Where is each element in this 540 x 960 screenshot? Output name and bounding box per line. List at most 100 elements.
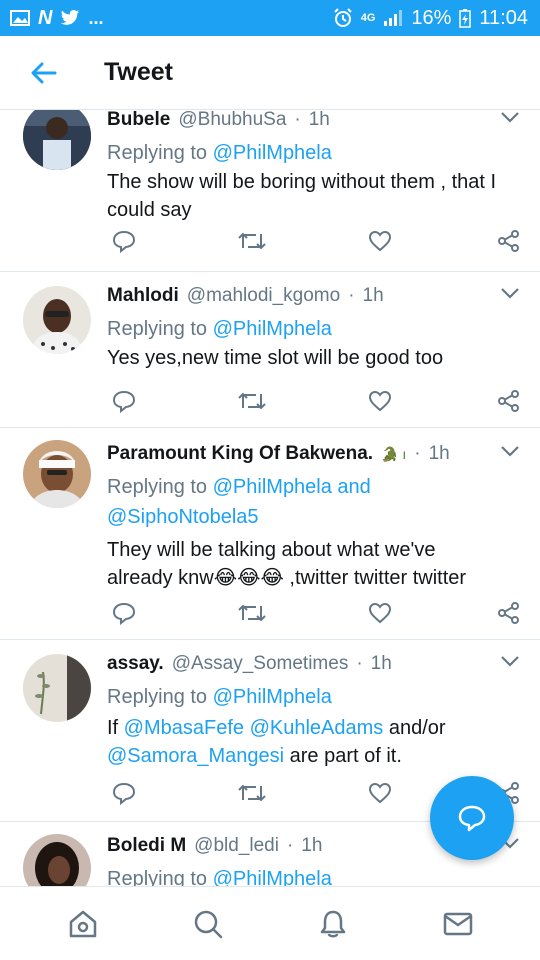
tweet-text-line: @Samora_Mangesi are part of it. <box>107 742 520 770</box>
search-icon <box>194 910 222 938</box>
like-button[interactable] <box>363 384 397 418</box>
replying-to-continued: @SiphoNtobela5 <box>107 502 520 532</box>
timestamp: 1h <box>362 285 384 306</box>
user-handle[interactable]: @bld_ledi <box>194 835 279 857</box>
bell-icon <box>320 910 345 937</box>
like-button[interactable] <box>363 596 397 630</box>
tweet-header: Mahlodi @mahlodi_kgomo · 1h <box>107 282 520 310</box>
tweet-text-line: already knw😂😂😂 ,twitter twitter twitter <box>107 564 520 592</box>
n-app-icon: N <box>38 6 53 29</box>
user-handle[interactable]: @mahlodi_kgomo <box>187 285 340 307</box>
chevron-down-icon[interactable] <box>500 654 520 668</box>
reply-button[interactable] <box>107 384 141 418</box>
system-status: 4G 16% 11:04 <box>333 7 528 30</box>
chevron-down-icon[interactable] <box>500 444 520 458</box>
replying-to: Replying to @PhilMphela <box>107 138 520 168</box>
separator-dot: · <box>294 110 301 130</box>
battery-percent: 16% <box>411 6 452 29</box>
avatar-image <box>23 834 91 886</box>
avatar[interactable] <box>23 834 91 886</box>
nav-search[interactable] <box>178 894 238 954</box>
display-name[interactable]: Bubele <box>107 110 170 131</box>
display-name[interactable]: Boledi M <box>107 835 186 857</box>
timestamp: 1h <box>428 443 450 464</box>
reply-button[interactable] <box>107 776 141 810</box>
share-button[interactable] <box>492 596 526 630</box>
separator-dot: · <box>348 285 355 306</box>
tweet-text: If @MbasaFefe @KuhleAdams and/or @Samora… <box>107 714 520 770</box>
user-handle[interactable]: @Assay_Sometimes <box>172 653 349 675</box>
like-button[interactable] <box>363 224 397 258</box>
avatar[interactable] <box>23 440 91 508</box>
retweet-button[interactable] <box>235 776 269 810</box>
page-title: Tweet <box>104 58 173 86</box>
retweet-icon <box>238 393 266 409</box>
tweet-text-fragment: ,twitter twitter twitter <box>283 567 467 589</box>
avatar[interactable] <box>23 654 91 722</box>
mention-link[interactable]: @Samora_Mangesi <box>107 745 284 767</box>
replying-prefix: Replying to <box>107 868 213 886</box>
bottom-navigation <box>0 886 540 960</box>
retweet-button[interactable] <box>235 596 269 630</box>
replying-prefix: Replying to <box>107 142 213 164</box>
tweet-text-fragment: already knw <box>107 567 214 589</box>
retweet-icon <box>238 605 266 621</box>
retweet-button[interactable] <box>235 384 269 418</box>
nav-notifications[interactable] <box>303 894 363 954</box>
mention-link[interactable]: @MbasaFefe <box>124 717 244 739</box>
handle-emoji[interactable]: 🐊 ı <box>381 446 406 463</box>
mention-link[interactable]: @PhilMphela <box>213 142 332 164</box>
display-name[interactable]: assay. <box>107 653 164 675</box>
share-icon <box>498 230 519 252</box>
back-button[interactable] <box>14 43 74 103</box>
mention-link[interactable]: @PhilMphela <box>213 686 332 708</box>
top-app-bar: Tweet <box>0 36 540 110</box>
separator-dot: · <box>286 835 294 856</box>
clock: 11:04 <box>479 6 528 29</box>
replying-to: Replying to @PhilMphela <box>107 864 520 886</box>
tweet-item[interactable]: Paramount King Of Bakwena. 🐊 ı · 1h Repl… <box>0 428 540 640</box>
home-icon <box>69 910 96 937</box>
tweet-text-fragment: are part of it. <box>284 745 402 767</box>
display-name[interactable]: Mahlodi <box>107 285 179 307</box>
compose-tweet-button[interactable] <box>430 776 514 860</box>
reply-button[interactable] <box>107 224 141 258</box>
tweet-item[interactable]: Mahlodi @mahlodi_kgomo · 1h Replying to … <box>0 272 540 428</box>
timestamp: 1h <box>308 110 330 130</box>
retweet-icon <box>238 785 266 801</box>
tweet-header: Paramount King Of Bakwena. 🐊 ı · 1h <box>107 440 520 468</box>
signal-icon <box>384 10 403 26</box>
replying-to: Replying to @PhilMphela <box>107 314 520 344</box>
replies-feed[interactable]: Bubele @BhubhuSa · 1h Replying to @PhilM… <box>0 110 540 886</box>
reply-button[interactable] <box>107 596 141 630</box>
separator-dot: · <box>414 443 421 464</box>
avatar[interactable] <box>23 286 91 354</box>
more-notifications: ... <box>88 7 104 28</box>
nav-messages[interactable] <box>428 894 488 954</box>
mention-link[interactable]: @PhilMphela <box>213 318 332 340</box>
share-button[interactable] <box>492 224 526 258</box>
status-bar: N ... 4G 16% 11:04 <box>0 0 540 36</box>
heart-icon <box>368 782 392 804</box>
notification-icons: N ... <box>10 7 103 30</box>
mention-link[interactable]: @PhilMphela and <box>213 476 371 498</box>
user-handle[interactable]: @BhubhuSa <box>178 110 286 131</box>
like-button[interactable] <box>363 776 397 810</box>
share-button[interactable] <box>492 384 526 418</box>
mention-link[interactable]: @SiphoNtobela5 <box>107 506 259 528</box>
chevron-down-icon[interactable] <box>500 286 520 300</box>
replying-prefix: Replying to <box>107 476 213 498</box>
mention-link[interactable]: @PhilMphela <box>213 868 332 886</box>
heart-icon <box>368 230 392 252</box>
tweet-header: Bubele @BhubhuSa · 1h <box>107 110 520 134</box>
reply-icon <box>112 782 136 805</box>
mention-link[interactable]: @KuhleAdams <box>250 717 384 739</box>
chevron-down-icon[interactable] <box>500 110 520 124</box>
tweet-actions <box>107 384 522 418</box>
tweet-item[interactable]: Bubele @BhubhuSa · 1h Replying to @PhilM… <box>0 110 540 272</box>
reply-icon <box>112 602 136 625</box>
retweet-button[interactable] <box>235 224 269 258</box>
avatar[interactable] <box>23 110 91 170</box>
nav-home[interactable] <box>53 894 113 954</box>
display-name[interactable]: Paramount King Of Bakwena. <box>107 443 373 465</box>
